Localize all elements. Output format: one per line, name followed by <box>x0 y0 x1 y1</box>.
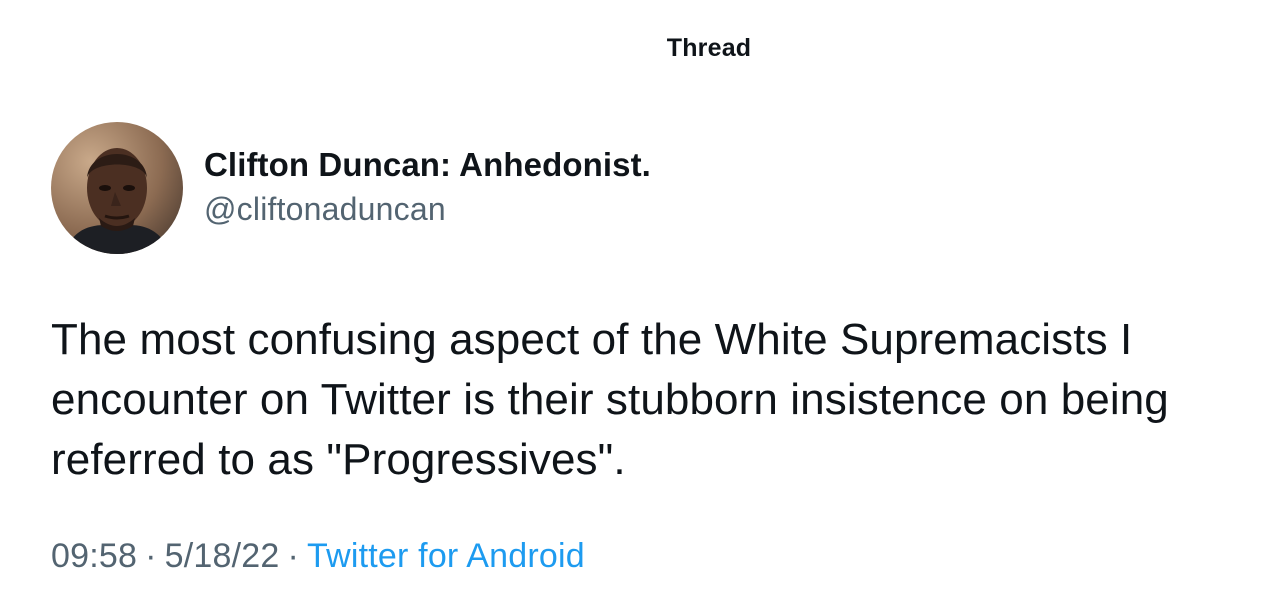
page-title: Thread <box>666 34 752 62</box>
avatar[interactable] <box>51 122 183 254</box>
tweet-source-link[interactable]: Twitter for Android <box>307 537 585 575</box>
author-handle[interactable]: @cliftonaduncan <box>204 187 651 231</box>
tweet-time[interactable]: 09:58 <box>51 537 137 575</box>
tweet-metadata: 09:58 · 5/18/22 · Twitter for Android <box>51 534 585 578</box>
tweet-date[interactable]: 5/18/22 <box>165 537 280 575</box>
meta-separator: · <box>287 537 299 575</box>
tweet-text: The most confusing aspect of the White S… <box>51 315 1169 484</box>
author-display-name[interactable]: Clifton Duncan: Anhedonist. <box>204 143 651 187</box>
avatar-image <box>51 122 183 254</box>
meta-separator: · <box>145 537 157 575</box>
tweet-author[interactable]: Clifton Duncan: Anhedonist. @cliftonadun… <box>51 122 651 254</box>
